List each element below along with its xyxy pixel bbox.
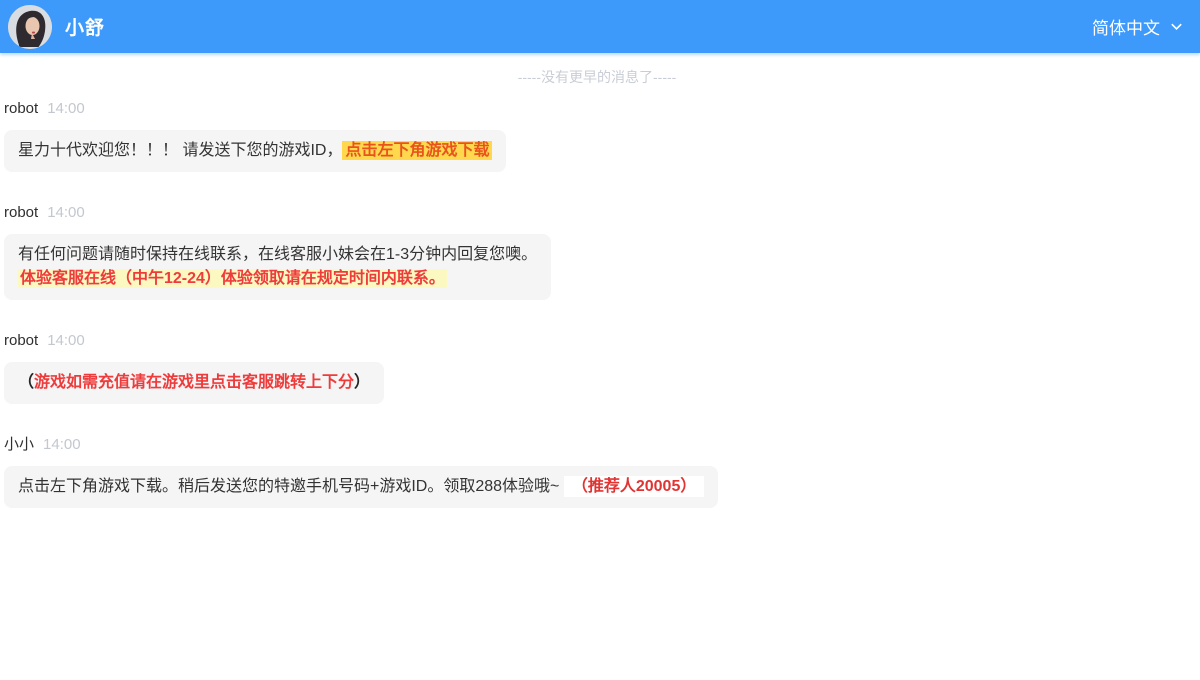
sender-name: robot (4, 100, 38, 117)
language-label: 简体中文 (1092, 14, 1160, 39)
message-bubble: 有任何问题请随时保持在线联系，在线客服小妹会在1-3分钟内回复您噢。体验客服在线… (4, 234, 551, 300)
message-text: 点击左下角游戏下载。稍后发送您的特邀手机号码+游戏ID。领取288体验哦~ (18, 478, 564, 495)
message-header: robot 14:00 (4, 101, 1190, 117)
message-row: robot 14:00 有任何问题请随时保持在线联系，在线客服小妹会在1-3分钟内… (4, 205, 1190, 300)
sender-name: robot (4, 332, 38, 349)
message-header: robot 14:00 (4, 333, 1190, 349)
message-row: robot 14:00 （游戏如需充值请在游戏里点击客服跳转上下分） (4, 333, 1190, 404)
message-text: 点击左下角游戏下载 (342, 141, 492, 160)
message-text: 游戏如需充值请在游戏里点击客服跳转上下分 (34, 374, 354, 391)
message-list: robot14:00 星力十代欢迎您！！！ 请发送下您的游戏ID，点击左下角游戏… (4, 101, 1190, 508)
agent-name: 小舒 (65, 13, 105, 40)
chevron-down-icon (1169, 19, 1184, 34)
message-header: robot 14:00 (4, 205, 1190, 221)
message-row: 小小 14:00 点击左下角游戏下载。稍后发送您的特邀手机号码+游戏ID。领取28… (4, 437, 1190, 508)
chat-scroll-area[interactable]: -----没有更早的消息了----- robot 14:00 星力十代欢迎您！！！… (0, 53, 1200, 680)
message-bubble: （游戏如需充值请在游戏里点击客服跳转上下分） (4, 362, 384, 404)
message-header: 小小 14:00 (4, 437, 1190, 453)
message-text: （ (18, 374, 34, 391)
message-bubble: 点击左下角游戏下载。稍后发送您的特邀手机号码+游戏ID。领取288体验哦~ （推… (4, 466, 718, 508)
woman-portrait-icon (8, 5, 52, 49)
message-time: 14:00 (47, 204, 85, 221)
message-bubble: 星力十代欢迎您！！！ 请发送下您的游戏ID，点击左下角游戏下载 (4, 130, 506, 172)
message-time: 14:00 (47, 332, 85, 349)
sender-name: robot (4, 204, 38, 221)
no-earlier-messages-divider: -----没有更早的消息了----- (4, 67, 1190, 87)
chat-header: 小舒 简体中文 (0, 0, 1200, 53)
message-text: ） (354, 374, 370, 391)
message-time: 14:00 (43, 436, 81, 453)
message-text: 有任何问题请随时保持在线联系，在线客服小妹会在1-3分钟内回复您噢。 (18, 243, 537, 267)
message-row: robot 14:00 星力十代欢迎您！！！ 请发送下您的游戏ID，点击左下角游戏… (4, 101, 1190, 172)
language-selector[interactable]: 简体中文 (1092, 14, 1184, 39)
message-time: 14:00 (47, 100, 85, 117)
agent-avatar (8, 5, 52, 49)
message-text: 星力十代欢迎您！！！ 请发送下您的游戏ID， (18, 142, 342, 159)
message-text: 体验客服在线（中午12-24）体验领取请在规定时间内联系。 (18, 269, 447, 288)
sender-name: 小小 (4, 436, 34, 453)
message-text: （推荐人20005） (564, 476, 705, 497)
